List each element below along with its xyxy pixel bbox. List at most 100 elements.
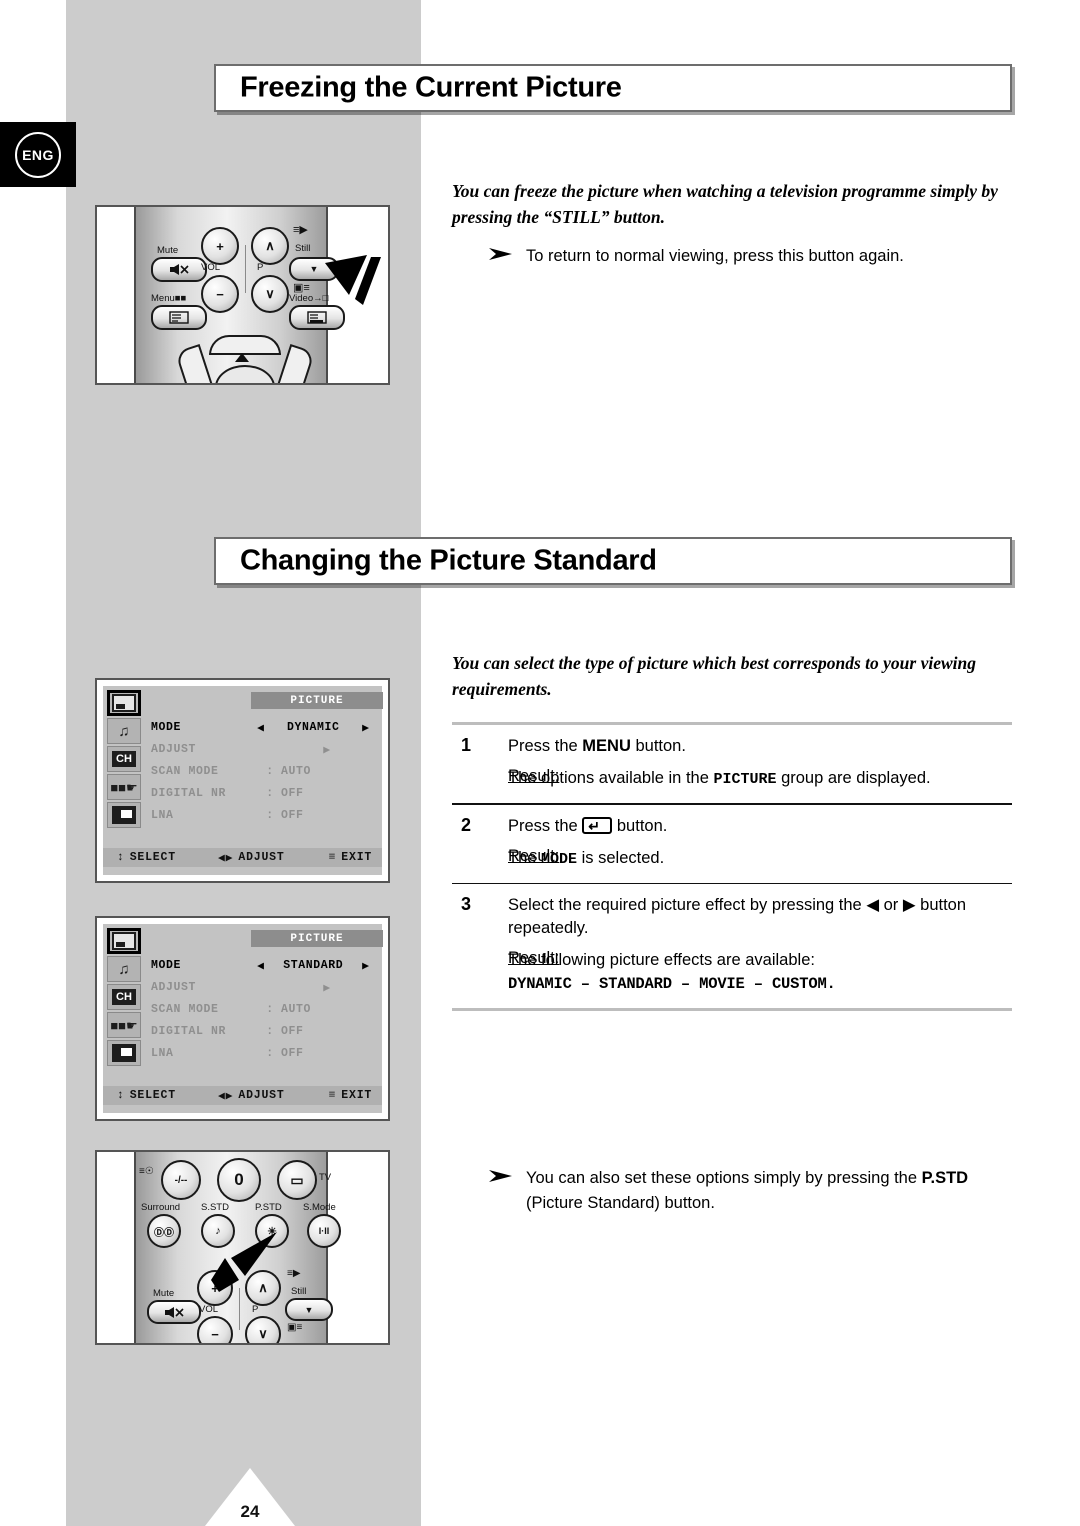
remote-vol-up-button[interactable]: +	[201, 227, 239, 265]
enter-key-icon	[582, 815, 613, 838]
section-intro-freezing: You can freeze the picture when watching…	[452, 181, 998, 227]
remote-label-surround: Surround	[141, 1202, 181, 1213]
remote-label-tv: TV	[319, 1172, 332, 1183]
remote-vol-down-button[interactable]: −	[197, 1316, 233, 1343]
osd-row-digital-nr[interactable]: DIGITAL NR : OFF	[151, 782, 376, 804]
remote-label-still: Still	[295, 243, 311, 254]
remote-vol-down-button[interactable]: −	[201, 275, 239, 313]
osd-screen-standard: ♫ CH ■■☛ PICTURE MODE ◀ STANDARD ▶ ADJUS…	[95, 916, 390, 1121]
remote-label-sstd: S.STD	[201, 1202, 229, 1213]
step-1-instruction: Press the MENU button.	[508, 737, 686, 755]
osd-rows-dynamic: MODE ◀ DYNAMIC ▶ ADJUST ▶ SCAN MODE : AU…	[151, 716, 376, 826]
select-glyph-icon: ↕	[117, 1089, 125, 1102]
osd-icon-column: ♫ CH ■■☛	[107, 690, 143, 830]
osd-row-mode[interactable]: MODE ◀ STANDARD ▶	[151, 954, 376, 976]
remote-still-button[interactable]: ▼	[285, 1298, 333, 1321]
remote-nav-up-arrow-icon	[235, 353, 249, 362]
bullet-arrow-icon	[488, 1166, 514, 1216]
sound-icon[interactable]: ♫	[107, 718, 141, 744]
osd-adjust-arrow-icon: ▶	[323, 743, 331, 757]
step-1-result: Result: The options available in the PIC…	[508, 767, 1012, 791]
function-icon[interactable]: ■■☛	[107, 1012, 141, 1038]
osd-title-dynamic: PICTURE	[251, 692, 383, 709]
section-title-box-freezing: Freezing the Current Picture	[214, 64, 1012, 112]
steps-table: 1 Press the MENU button. Result: The opt…	[452, 722, 1012, 1011]
step-3-number: 3	[461, 894, 472, 914]
remote-label-pstd: P.STD	[255, 1202, 282, 1213]
osd-row-digital-nr[interactable]: DIGITAL NR : OFF	[151, 1020, 376, 1042]
remote-label-smode: S.Mode	[303, 1202, 336, 1213]
function-icon[interactable]: ■■☛	[107, 774, 141, 800]
osd-row-adjust[interactable]: ADJUST ▶	[151, 976, 376, 998]
step-2-result-label: Result:	[508, 846, 560, 865]
remote-label-p: P	[252, 1304, 259, 1315]
bullet-arrow-icon	[488, 244, 514, 269]
steps-bottom-rule	[452, 1008, 1012, 1011]
section-title-box-picture-standard: Changing the Picture Standard	[214, 537, 1012, 585]
osd-mode-right-arrow-icon: ▶	[362, 721, 370, 735]
remote-nav-up-segment[interactable]	[209, 335, 281, 355]
adjust-glyph-icon: ◀▶	[217, 852, 234, 865]
osd-row-mode[interactable]: MODE ◀ DYNAMIC ▶	[151, 716, 376, 738]
remote-p-down-button[interactable]: ∨	[245, 1316, 281, 1343]
step-3: 3 Select the required picture effect by …	[452, 884, 1012, 1008]
remote-prech-button[interactable]: -/--	[161, 1160, 201, 1200]
osd-help-bar-dynamic: ↕ SELECT ◀▶ ADJUST ≡ EXIT	[103, 848, 382, 867]
step-2-instruction: Press the button.	[508, 815, 1012, 838]
picture-icon[interactable]	[107, 928, 141, 954]
step-1-number: 1	[461, 735, 472, 755]
note-freezing-text: To return to normal viewing, press this …	[526, 247, 904, 265]
channel-icon[interactable]: CH	[107, 746, 141, 772]
step-2-result-value: The MODE is selected.	[508, 848, 665, 868]
note-freezing: To return to normal viewing, press this …	[488, 244, 1028, 269]
step-1: 1 Press the MENU button. Result: The opt…	[452, 725, 1012, 803]
osd-help-bar-standard: ↕ SELECT ◀▶ ADJUST ≡ EXIT	[103, 1086, 382, 1105]
adjust-glyph-icon: ◀▶	[217, 1090, 234, 1103]
pip-icon[interactable]	[107, 1040, 141, 1066]
remote-text-mode-icon: ≡☉	[139, 1166, 154, 1177]
remote-smode-button[interactable]: I·II	[307, 1214, 341, 1248]
channel-icon[interactable]: CH	[107, 984, 141, 1010]
remote-label-still: Still	[291, 1286, 307, 1297]
page-title-freezing: Freezing the Current Picture	[240, 71, 622, 104]
pip-icon[interactable]	[107, 802, 141, 828]
osd-row-lna[interactable]: LNA : OFF	[151, 1042, 376, 1064]
callout-pointer-pstd	[211, 1232, 277, 1292]
page-number: 24	[240, 1502, 260, 1521]
step-3-instruction: Select the required picture effect by pr…	[508, 896, 967, 937]
picture-icon[interactable]	[107, 690, 141, 716]
remote-teletext-icon: ≡▶	[287, 1268, 301, 1279]
sound-icon[interactable]: ♫	[107, 956, 141, 982]
osd-adjust-arrow-icon: ▶	[323, 981, 331, 995]
remote-mute-button[interactable]	[151, 257, 207, 282]
note-picture-standard-text: You can also set these options simply by…	[526, 1169, 969, 1212]
step-1-result-label: Result:	[508, 767, 560, 785]
osd-mode-left-arrow-icon: ◀	[256, 721, 265, 735]
step-2-number: 2	[461, 814, 472, 835]
osd-row-scan-mode[interactable]: SCAN MODE : AUTO	[151, 998, 376, 1020]
step-3-result: Result: The following picture effects ar…	[508, 949, 1012, 996]
exit-glyph-icon: ≡	[328, 851, 337, 864]
remote-mute-button[interactable]	[147, 1300, 201, 1324]
remote-p-down-button[interactable]: ∨	[251, 275, 289, 313]
remote-tv-button[interactable]: ▭	[277, 1160, 317, 1200]
remote-surround-button[interactable]: ⒹⒹ	[147, 1214, 181, 1248]
section-intro-picture-standard: You can select the type of picture which…	[452, 653, 977, 699]
step-3-result-label: Result:	[508, 949, 560, 967]
step-2: 2 Press the button. Result: The MODE is …	[452, 805, 1012, 883]
remote-p-up-button[interactable]: ∧	[251, 227, 289, 265]
step-1-result-value: The options available in the PICTURE gro…	[508, 769, 931, 788]
select-glyph-icon: ↕	[117, 851, 125, 864]
osd-title-standard: PICTURE	[251, 930, 383, 947]
osd-row-scan-mode[interactable]: SCAN MODE : AUTO	[151, 760, 376, 782]
remote-divider	[245, 245, 246, 293]
note-picture-standard: You can also set these options simply by…	[488, 1166, 1028, 1216]
remote-illustration-pstd: ≡☉ -/-- 0 ▭ TV Surround S.STD P.STD S.Mo…	[95, 1150, 390, 1345]
remote-label-mute: Mute	[153, 1288, 175, 1299]
remote-zero-button[interactable]: 0	[217, 1158, 261, 1202]
osd-row-adjust[interactable]: ADJUST ▶	[151, 738, 376, 760]
callout-pointer-still	[325, 255, 381, 305]
remote-menu-button[interactable]	[151, 305, 207, 330]
osd-row-lna[interactable]: LNA : OFF	[151, 804, 376, 826]
remote-divider	[239, 1288, 240, 1330]
